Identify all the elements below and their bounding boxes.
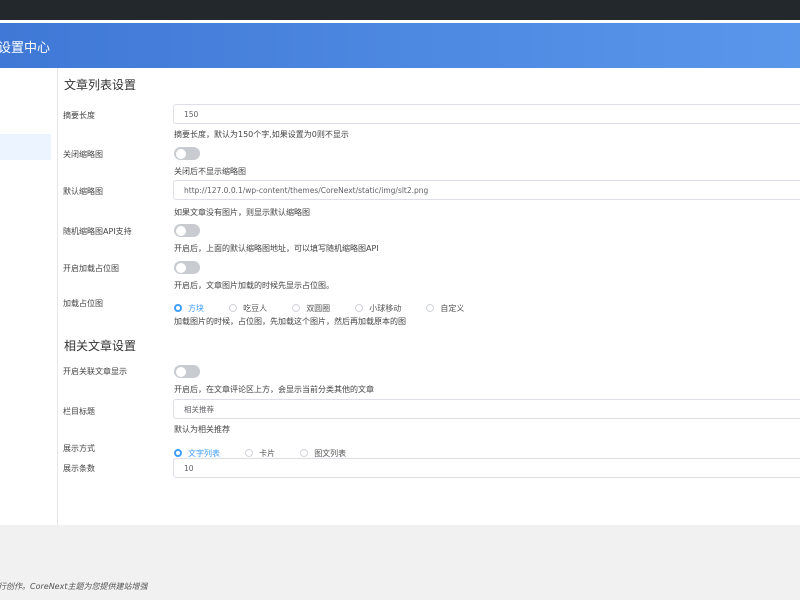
radio-dot xyxy=(245,449,254,457)
default-thumbnail-hint: 如果文章没有图片，则显示默认缩略图 xyxy=(174,208,310,217)
lazy-placeholder-switch[interactable] xyxy=(174,261,200,274)
radio-dot xyxy=(426,304,435,312)
random-thumbnail-api-hint: 开启后，上面的默认缩略图地址，可以填写随机缩略图API xyxy=(174,244,379,253)
default-thumbnail-label: 默认缩略图 xyxy=(63,187,103,196)
radio-option-label: 方块 xyxy=(188,303,204,313)
close-thumbnail-hint: 关闭后不显示缩略图 xyxy=(174,167,246,176)
radio-option[interactable]: 图文列表 xyxy=(300,448,346,459)
close-thumbnail-label: 关闭缩略图 xyxy=(63,150,103,159)
admin-footer: 行创作。CoreNext主题为您提供建站增强 xyxy=(0,525,800,600)
display-mode-label: 展示方式 xyxy=(63,444,95,453)
show-related-hint: 开启后，在文章评论区上方，会显示当前分类其他的文章 xyxy=(174,385,374,394)
radio-option[interactable]: 自定义 xyxy=(426,303,464,314)
section-title-article-list: 文章列表设置 xyxy=(64,78,137,92)
default-thumbnail-input[interactable] xyxy=(173,180,800,200)
page-title: 设置中心 xyxy=(0,41,51,56)
placeholder-style-radio-group: 方块 吃豆人 双圆圈 小球移动 自定义 xyxy=(174,297,464,313)
settings-sidebar xyxy=(0,68,58,525)
settings-content: 文章列表设置 摘要长度 摘要长度，默认为150个字,如果设置为0则不显示 关闭缩… xyxy=(57,68,800,525)
excerpt-length-input[interactable] xyxy=(173,104,800,124)
switch-knob xyxy=(175,262,186,273)
excerpt-length-label: 摘要长度 xyxy=(63,111,95,120)
radio-option-label: 文字列表 xyxy=(188,448,220,458)
random-thumbnail-api-label: 随机缩略图API支持 xyxy=(63,227,132,236)
radio-option-label: 双圆圈 xyxy=(306,303,331,313)
radio-option[interactable]: 文字列表 xyxy=(174,448,220,459)
radio-option[interactable]: 小球移动 xyxy=(355,303,401,314)
radio-option[interactable]: 方块 xyxy=(174,303,204,314)
display-mode-radio-group: 文字列表 卡片 图文列表 xyxy=(174,442,346,458)
excerpt-length-hint: 摘要长度，默认为150个字,如果设置为0则不显示 xyxy=(174,130,349,139)
column-title-label: 栏目标题 xyxy=(63,407,95,416)
close-thumbnail-switch[interactable] xyxy=(174,147,200,160)
lazy-placeholder-label: 开启加载占位图 xyxy=(63,264,119,273)
switch-knob xyxy=(175,366,186,377)
footer-text: 行创作。CoreNext主题为您提供建站增强 xyxy=(0,582,148,591)
display-count-input[interactable] xyxy=(173,458,800,478)
lazy-placeholder-hint: 开启后，文章图片加载的时候先显示占位图。 xyxy=(174,281,334,290)
radio-option-label: 小球移动 xyxy=(369,303,402,313)
radio-option[interactable]: 卡片 xyxy=(245,448,275,459)
show-related-switch[interactable] xyxy=(174,365,200,378)
radio-dot xyxy=(174,304,182,312)
switch-knob xyxy=(175,148,186,159)
radio-option[interactable]: 吃豆人 xyxy=(229,303,267,314)
radio-option-label: 吃豆人 xyxy=(243,303,268,313)
column-title-hint: 默认为相关推荐 xyxy=(174,425,230,434)
radio-dot xyxy=(355,304,364,312)
admin-top-bar xyxy=(0,0,800,20)
settings-panel: 设置中心 文章列表设置 摘要长度 摘要长度，默认为150个字,如果设置为0则不显… xyxy=(0,23,800,525)
switch-knob xyxy=(175,225,186,236)
column-title-input[interactable] xyxy=(173,399,800,419)
random-thumbnail-api-switch[interactable] xyxy=(174,224,200,237)
radio-dot xyxy=(174,449,182,457)
section-title-related: 相关文章设置 xyxy=(64,339,137,353)
radio-dot xyxy=(292,304,301,312)
radio-option-label: 图文列表 xyxy=(314,448,347,458)
placeholder-style-label: 加载占位图 xyxy=(63,299,103,308)
placeholder-style-hint: 加载图片的时候，占位图，先加载这个图片，然后再加载原本的图 xyxy=(174,317,406,326)
radio-dot xyxy=(300,449,309,457)
radio-option[interactable]: 双圆圈 xyxy=(292,303,330,314)
sidebar-item-article-list[interactable] xyxy=(0,134,51,160)
show-related-label: 开启关联文章显示 xyxy=(63,367,127,376)
display-count-label: 展示条数 xyxy=(63,464,95,473)
radio-option-label: 自定义 xyxy=(440,303,465,313)
settings-header: 设置中心 xyxy=(0,23,800,68)
radio-dot xyxy=(229,304,238,312)
radio-option-label: 卡片 xyxy=(259,448,276,458)
